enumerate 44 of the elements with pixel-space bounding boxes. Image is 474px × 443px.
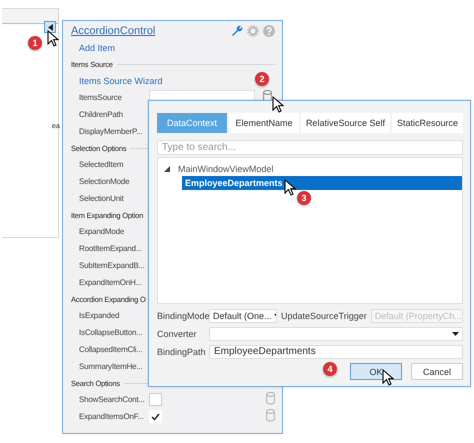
property-label: SelectionUnit bbox=[79, 194, 125, 203]
expander-icon[interactable] bbox=[164, 166, 170, 172]
combo-box[interactable]: Default (One... bbox=[209, 308, 277, 322]
arrow-left-icon bbox=[48, 24, 52, 30]
panel-title-link[interactable]: AccordionControl bbox=[71, 24, 156, 36]
search-field[interactable]: Type to search... bbox=[157, 140, 463, 155]
property-label: ExpandMode bbox=[79, 227, 126, 236]
property-label: SubItemExpandB... bbox=[79, 261, 146, 270]
wrench-icon bbox=[230, 24, 243, 37]
field-label: BindingPath bbox=[157, 346, 205, 356]
cursor-icon bbox=[47, 30, 59, 47]
database-icon bbox=[266, 392, 275, 405]
field-label: UpdateSourceTrigger bbox=[281, 310, 367, 320]
property-label: IsExpanded bbox=[79, 311, 120, 320]
panel-link[interactable]: Items Source Wizard bbox=[79, 76, 163, 86]
property-label: DisplayMemberP... bbox=[79, 127, 144, 136]
property-label: CollapsedItemCli... bbox=[79, 345, 144, 354]
help-icon[interactable] bbox=[263, 24, 275, 36]
property-label: SelectedItem bbox=[79, 160, 124, 169]
field-label: Converter bbox=[157, 328, 198, 338]
tree-item[interactable]: MainWindowViewModel bbox=[175, 162, 462, 176]
property-label: ChildrenPath bbox=[79, 110, 124, 119]
dialog-button[interactable]: OK bbox=[350, 363, 402, 380]
tree-item[interactable]: EmployeeDepartments bbox=[182, 176, 462, 190]
panel-link[interactable]: Add Item bbox=[79, 42, 116, 52]
cursor-icon bbox=[284, 179, 296, 196]
property-label: IsCollapseButton... bbox=[79, 328, 144, 337]
text-field[interactable]: EmployeeDepartments bbox=[209, 344, 463, 358]
source-tab[interactable]: RelativeSource Self bbox=[300, 113, 390, 133]
property-label: ExpandItemsOnF... bbox=[79, 412, 145, 421]
source-tab[interactable]: StaticResource bbox=[392, 113, 464, 133]
dialog-button[interactable]: Cancel bbox=[411, 363, 463, 380]
property-label: SummaryItemHe... bbox=[79, 362, 144, 371]
database-icon bbox=[266, 409, 275, 422]
property-label: RootItemExpand... bbox=[79, 244, 143, 253]
checkbox[interactable] bbox=[149, 393, 162, 406]
gear-icon bbox=[247, 24, 259, 36]
property-label: SelectionMode bbox=[79, 177, 130, 186]
property-label: ExpandItemOnH... bbox=[79, 278, 143, 287]
combo-box[interactable] bbox=[209, 326, 463, 340]
smart-tag-button[interactable] bbox=[44, 21, 56, 33]
property-label: ShowSearchCont... bbox=[79, 395, 146, 404]
property-label: ItemsSource bbox=[79, 93, 123, 102]
source-tab[interactable]: ElementName bbox=[228, 113, 299, 133]
